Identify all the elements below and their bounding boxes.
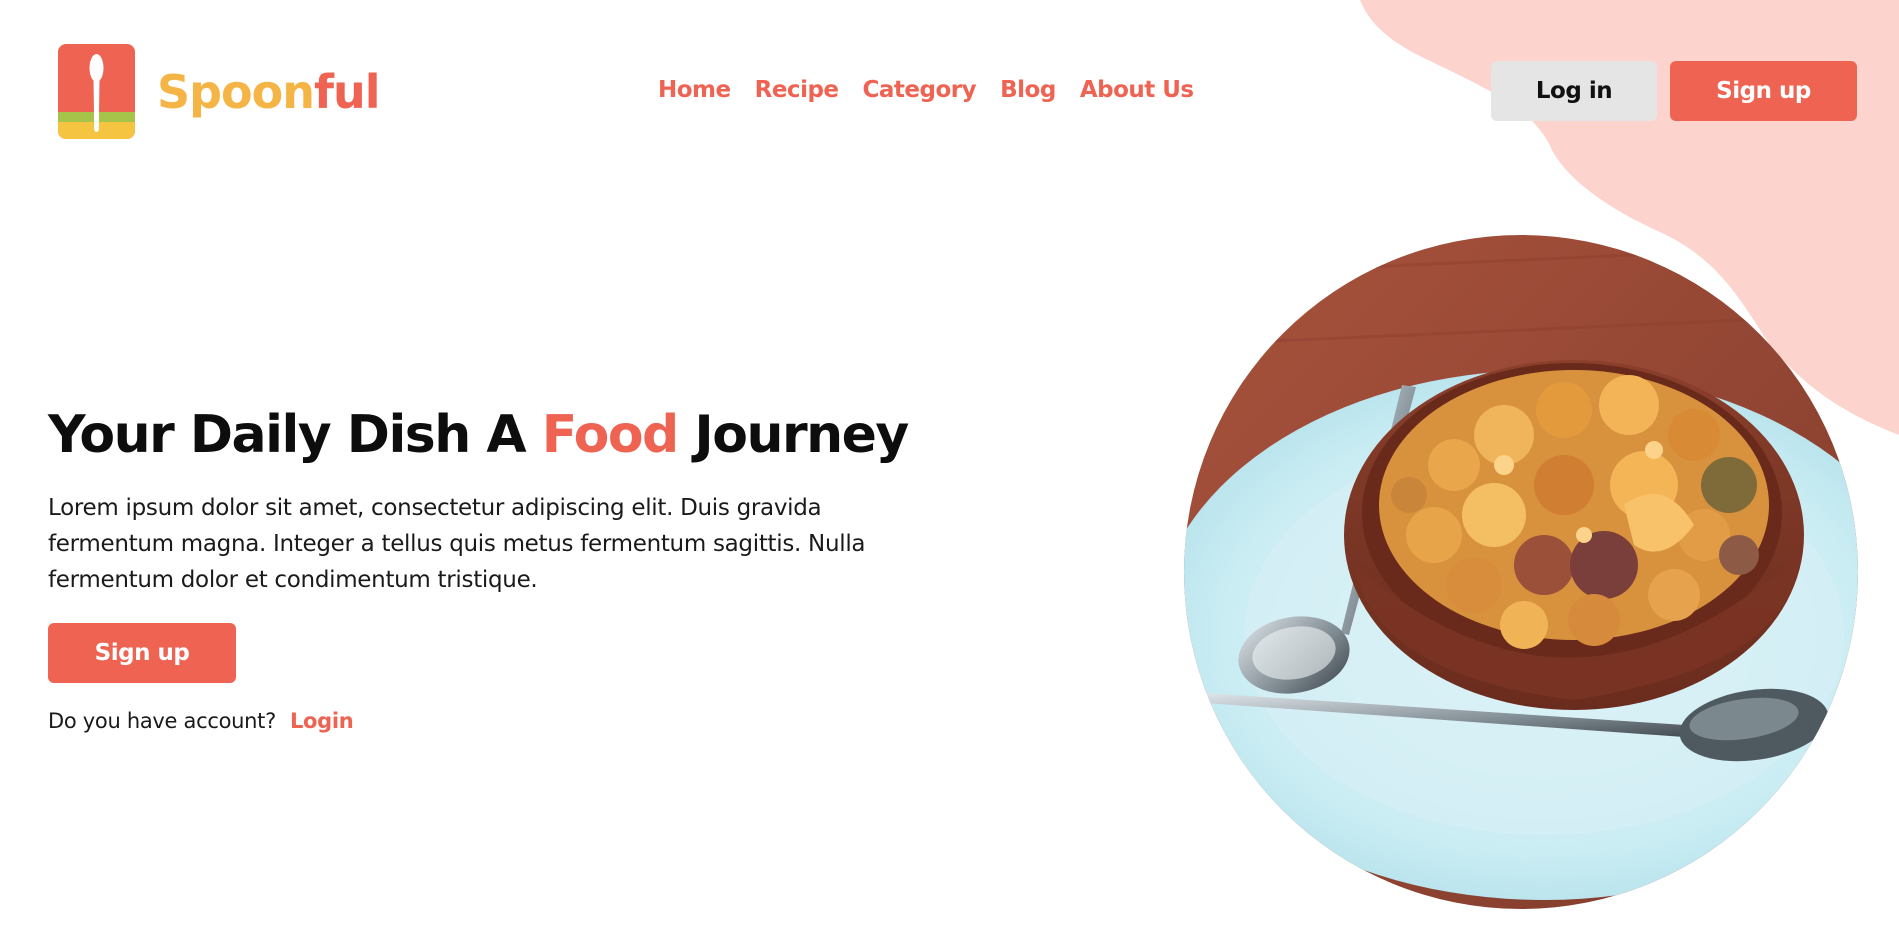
hero-description: Lorem ipsum dolor sit amet, consectetur … <box>48 495 866 593</box>
nav-blog[interactable]: Blog <box>1000 74 1056 106</box>
hero-title: Your Daily Dish A Food Journey <box>48 400 909 470</box>
account-prompt: Do you have account? Login <box>48 706 354 736</box>
brand-logo[interactable]: Spoonful <box>58 44 381 139</box>
brand-name: Spoonful <box>157 64 381 119</box>
main-nav: Home Recipe Category Blog About Us <box>658 74 1218 106</box>
nav-about-us[interactable]: About Us <box>1080 74 1194 106</box>
account-question: Do you have account? <box>48 709 276 733</box>
nav-home[interactable]: Home <box>658 74 731 106</box>
nav-recipe[interactable]: Recipe <box>755 74 839 106</box>
login-link[interactable]: Login <box>290 709 354 733</box>
hero-title-start: Your Daily Dish A <box>48 405 542 465</box>
nav-category[interactable]: Category <box>863 74 977 106</box>
hero-title-end: Journey <box>677 405 909 465</box>
spoon-icon <box>58 44 135 139</box>
hero-signup-button[interactable]: Sign up <box>48 623 236 683</box>
login-button[interactable]: Log in <box>1491 61 1657 121</box>
landing-page: Spoonful Home Recipe Category Blog About… <box>0 0 1899 926</box>
hero-food-image <box>1184 235 1858 909</box>
signup-button[interactable]: Sign up <box>1670 61 1857 121</box>
hero-title-highlight: Food <box>541 405 680 465</box>
